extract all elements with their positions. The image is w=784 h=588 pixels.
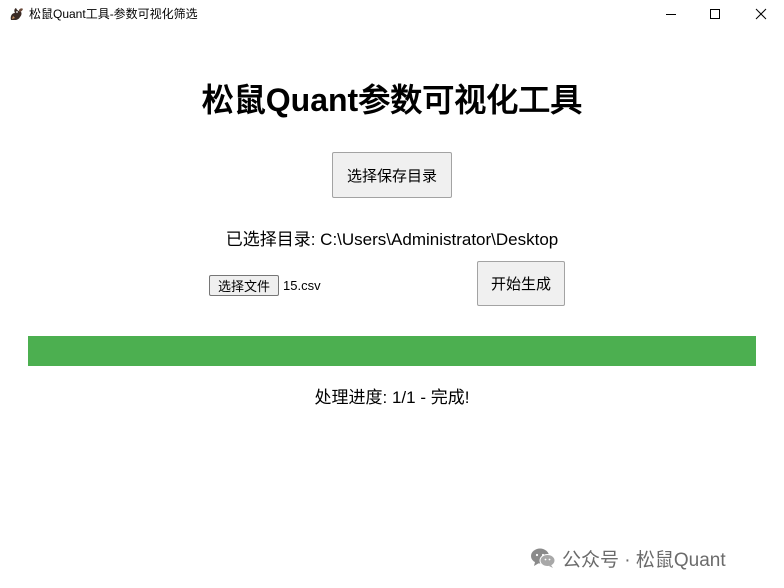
minimize-icon — [666, 14, 676, 15]
close-icon — [755, 8, 767, 20]
progress-bar-fill — [28, 336, 756, 366]
minimize-button[interactable] — [648, 0, 694, 28]
maximize-button[interactable] — [692, 0, 738, 28]
wechat-icon — [531, 548, 556, 568]
page-title: 松鼠Quant参数可视化工具 — [201, 82, 583, 118]
window-title: 松鼠Quant工具-参数可视化筛选 — [29, 7, 198, 21]
maximize-icon — [710, 9, 720, 19]
selected-directory-label: 已选择目录: C:\Users\Administrator\Desktop — [225, 230, 559, 249]
title-bar: 松鼠Quant工具-参数可视化筛选 — [0, 0, 784, 28]
watermark-text: 公众号 · 松鼠Quant — [562, 549, 726, 571]
squirrel-app-icon — [10, 8, 23, 20]
close-button[interactable] — [738, 0, 784, 28]
select-directory-button[interactable]: 选择保存目录 — [332, 152, 452, 198]
selected-file-name: 15.csv — [283, 278, 321, 293]
choose-file-button[interactable]: 选择文件 — [209, 275, 279, 296]
start-generate-button[interactable]: 开始生成 — [477, 261, 565, 306]
progress-status-text: 处理进度: 1/1 - 完成! — [314, 388, 470, 407]
progress-bar — [28, 336, 756, 366]
watermark: 公众号 · 松鼠Quant — [530, 544, 726, 572]
app-window: 松鼠Quant工具-参数可视化筛选 松鼠Quant参数可视化工具 选择保存目录 … — [0, 0, 784, 588]
